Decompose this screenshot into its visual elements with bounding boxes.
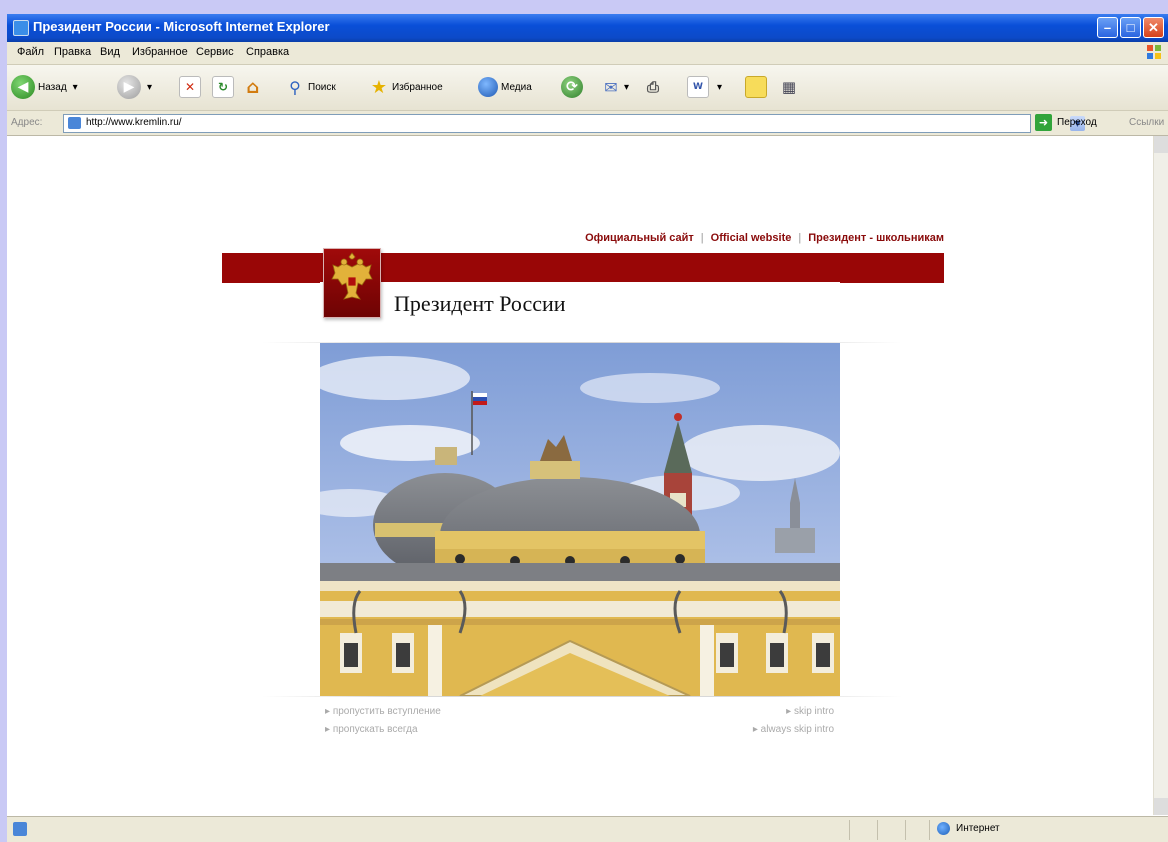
title-bar[interactable]: Президент России - Microsoft Internet Ex… (7, 14, 1168, 42)
address-bar: Адрес: http://www.kremlin.ru/ ▼ ➜ Перехо… (7, 111, 1168, 136)
status-page-icon (13, 822, 27, 836)
menu-file[interactable]: Файл (17, 46, 44, 58)
back-label: Назад (38, 81, 67, 93)
scroll-up-button[interactable] (1154, 136, 1168, 153)
menu-view[interactable]: Вид (100, 46, 120, 58)
status-divider (849, 820, 850, 840)
address-url: http://www.kremlin.ru/ (86, 117, 182, 128)
status-divider (905, 820, 906, 840)
address-label: Адрес: (11, 117, 43, 128)
link-official-site[interactable]: Официальный сайт (585, 232, 694, 244)
edit-button[interactable]: W ▾ (687, 73, 722, 101)
link-separator: | (798, 232, 802, 244)
skip-intro-en-label: skip intro (793, 706, 834, 717)
footer-divider (262, 696, 902, 697)
vertical-scrollbar[interactable] (1153, 136, 1168, 815)
window-title: Президент России - Microsoft Internet Ex… (33, 19, 330, 34)
print-icon: ⎙ (646, 78, 659, 96)
kremlin-senate-photo (320, 343, 840, 696)
back-dropdown-icon[interactable]: ▾ (73, 82, 78, 93)
favorites-star-icon: ★ (370, 76, 388, 98)
always-skip-ru-label: пропускать всегда (332, 724, 418, 735)
media-label: Медиа (501, 81, 532, 93)
mail-dropdown-icon[interactable]: ▾ (624, 82, 629, 93)
intro-links: ▸ пропустить вступление ▸ пропускать все… (320, 702, 840, 746)
menu-bar: Файл Правка Вид Избранное Сервис Справка (7, 42, 1168, 65)
media-icon (478, 77, 498, 97)
mail-button[interactable]: ✉ ▾ (601, 73, 629, 101)
search-button[interactable]: ⚲ Поиск (285, 73, 336, 101)
maximize-button[interactable]: □ (1120, 17, 1141, 38)
coat-of-arms-emblem (323, 248, 381, 318)
links-button[interactable]: Ссылки (1129, 117, 1164, 128)
close-button[interactable]: ✕ (1143, 17, 1164, 38)
link-separator: | (700, 232, 704, 244)
stop-icon: ✕ (179, 76, 201, 98)
internet-globe-icon (937, 822, 950, 835)
windows-logo-icon (1147, 45, 1161, 59)
page-icon (68, 117, 81, 129)
home-icon: ⌂ (246, 76, 260, 98)
forward-arrow-icon: ▶ (117, 75, 141, 99)
messenger-button[interactable]: ▦ (779, 73, 799, 101)
status-divider (929, 820, 930, 840)
status-bar: Интернет (7, 816, 1168, 842)
back-arrow-icon: ◀ (11, 75, 35, 99)
favorites-button[interactable]: ★ Избранное (369, 73, 443, 101)
edit-dropdown-icon[interactable]: ▾ (717, 82, 722, 93)
go-label: Переход (1057, 117, 1097, 128)
discuss-icon (745, 76, 767, 98)
kremlin-image (320, 343, 840, 696)
print-button[interactable]: ⎙ (643, 73, 663, 101)
favorites-label: Избранное (392, 81, 443, 93)
address-input[interactable]: http://www.kremlin.ru/ ▼ (63, 114, 1085, 133)
stop-button[interactable]: ✕ (179, 73, 201, 101)
media-button[interactable]: Медиа (478, 73, 532, 101)
menu-favorites[interactable]: Избранное (132, 46, 188, 58)
always-skip-en-link[interactable]: ▸ always skip intro (753, 724, 834, 735)
history-icon: ⟳ (561, 76, 583, 98)
back-button[interactable]: ◀ Назад ▾ (11, 73, 78, 101)
always-skip-ru-link[interactable]: ▸ пропускать всегда (325, 724, 418, 735)
double-headed-eagle-icon (331, 252, 373, 300)
menu-tools[interactable]: Сервис (196, 46, 234, 58)
browser-window: Президент России - Microsoft Internet Ex… (7, 14, 1168, 842)
link-president-for-students[interactable]: Президент - школьникам (808, 232, 944, 244)
mail-icon: ✉ (604, 77, 618, 97)
messenger-icon: ▦ (781, 78, 797, 96)
menu-help[interactable]: Справка (246, 46, 289, 58)
search-label: Поиск (308, 81, 336, 93)
minimize-button[interactable]: – (1097, 17, 1118, 38)
go-button[interactable]: ➜ Переход (1035, 114, 1097, 131)
page-content: Официальный сайт | Official website | Презид… (7, 136, 1153, 815)
menu-edit[interactable]: Правка (54, 46, 91, 58)
ie-page-icon (13, 20, 29, 36)
refresh-button[interactable]: ↻ (212, 73, 234, 101)
standard-toolbar: ◀ Назад ▾ ▶ ▾ ✕ ↻ ⌂ ⚲ Поиск ★ Избранное … (7, 65, 1168, 111)
search-icon: ⚲ (289, 77, 301, 97)
forward-button[interactable]: ▶ ▾ (117, 73, 152, 101)
zone-label: Интернет (956, 823, 1000, 834)
skip-intro-ru-link[interactable]: ▸ пропустить вступление (325, 706, 441, 717)
history-button[interactable]: ⟳ (561, 73, 583, 101)
discuss-button[interactable] (745, 73, 767, 101)
skip-intro-ru-label: пропустить вступление (332, 706, 441, 717)
edit-word-icon: W (687, 76, 709, 98)
site-title: Президент России (394, 291, 566, 316)
scroll-down-button[interactable] (1154, 798, 1168, 815)
go-arrow-icon: ➜ (1035, 114, 1052, 131)
status-divider (877, 820, 878, 840)
link-official-website[interactable]: Official website (711, 232, 792, 244)
refresh-icon: ↻ (212, 76, 234, 98)
top-links: Официальный сайт | Official website | Презид… (222, 232, 944, 244)
home-button[interactable]: ⌂ (243, 73, 263, 101)
always-skip-en-label: always skip intro (760, 724, 834, 735)
forward-dropdown-icon[interactable]: ▾ (147, 82, 152, 93)
security-zone: Интернет (937, 822, 1000, 835)
skip-intro-en-link[interactable]: ▸ skip intro (786, 706, 834, 717)
